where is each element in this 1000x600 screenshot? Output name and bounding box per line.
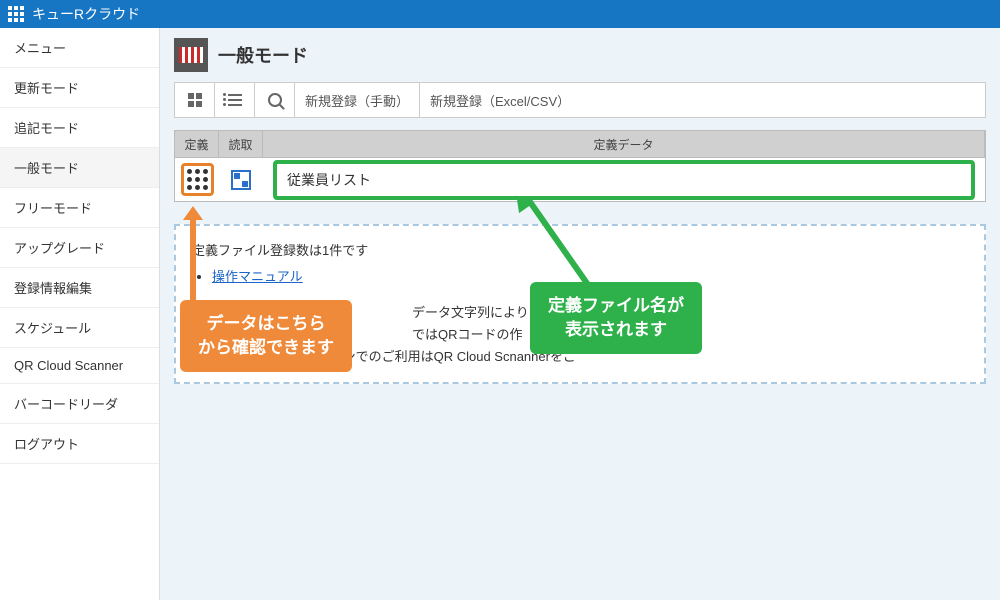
sidebar-item-barcode[interactable]: バーコードリーダ bbox=[0, 384, 159, 424]
page-title: 一般モード bbox=[218, 42, 308, 68]
mode-icon bbox=[174, 38, 208, 72]
sidebar-item-update[interactable]: 更新モード bbox=[0, 68, 159, 108]
sidebar-item-upgrade[interactable]: アップグレード bbox=[0, 228, 159, 268]
col-definition: 定義 bbox=[175, 131, 219, 157]
col-data: 定義データ bbox=[263, 131, 985, 157]
sidebar-item-account[interactable]: 登録情報編集 bbox=[0, 268, 159, 308]
toolbar: 新規登録（手動） 新規登録（Excel/CSV） bbox=[174, 82, 986, 118]
info-line2a: データ文字列により bbox=[412, 305, 529, 320]
col-read: 読取 bbox=[219, 131, 263, 157]
definition-highlight bbox=[181, 163, 214, 196]
search-icon bbox=[268, 93, 282, 107]
arrow-green bbox=[455, 200, 545, 290]
manual-link[interactable]: 操作マニュアル bbox=[212, 269, 303, 284]
info-count: 定義ファイル登録数は1件です bbox=[192, 240, 968, 262]
sidebar: メニュー 更新モード 追記モード 一般モード フリーモード アップグレード 登録… bbox=[0, 28, 160, 600]
info-line2b: ではQRコードの作 bbox=[412, 327, 523, 342]
apps-icon[interactable] bbox=[8, 6, 24, 22]
callout-filename: 定義ファイル名が表示されます bbox=[530, 282, 702, 354]
app-title: キューRクラウド bbox=[32, 4, 140, 24]
sidebar-item-scanner[interactable]: QR Cloud Scanner bbox=[0, 348, 159, 384]
sidebar-item-logout[interactable]: ログアウト bbox=[0, 424, 159, 464]
grid-icon bbox=[188, 93, 202, 107]
sidebar-item-general[interactable]: 一般モード bbox=[0, 148, 159, 188]
new-manual-button[interactable]: 新規登録（手動） bbox=[295, 83, 420, 117]
search-button[interactable] bbox=[255, 83, 295, 117]
sidebar-item-schedule[interactable]: スケジュール bbox=[0, 308, 159, 348]
sidebar-item-free[interactable]: フリーモード bbox=[0, 188, 159, 228]
callout-data-here: データはこちらから確認できます bbox=[180, 300, 352, 372]
list-icon bbox=[228, 94, 242, 106]
definition-filename[interactable]: 従業員リスト bbox=[287, 172, 371, 188]
definition-table: 定義 読取 定義データ 従業員リスト bbox=[174, 130, 986, 202]
sidebar-item-menu[interactable]: メニュー bbox=[0, 28, 159, 68]
grid-dots-icon[interactable] bbox=[187, 169, 208, 190]
new-excel-button[interactable]: 新規登録（Excel/CSV） bbox=[420, 83, 580, 117]
filename-highlight: 従業員リスト bbox=[273, 160, 975, 200]
view-grid-button[interactable] bbox=[175, 83, 215, 117]
table-row[interactable]: 従業員リスト bbox=[174, 158, 986, 202]
qr-icon[interactable] bbox=[231, 170, 251, 190]
view-list-button[interactable] bbox=[215, 83, 255, 117]
sidebar-item-append[interactable]: 追記モード bbox=[0, 108, 159, 148]
topbar: キューRクラウド bbox=[0, 0, 1000, 28]
